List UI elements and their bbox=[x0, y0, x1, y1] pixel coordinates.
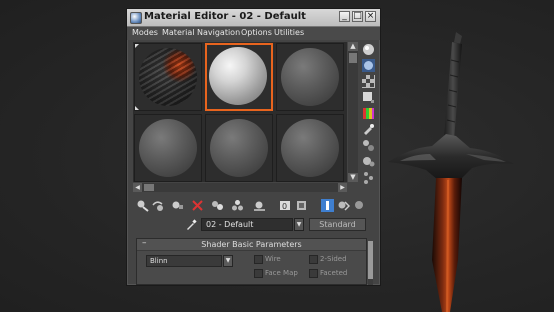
material-type-button[interactable]: Standard bbox=[309, 218, 366, 231]
sphere-preview-icon bbox=[139, 48, 197, 106]
parameters-scrollbar[interactable] bbox=[368, 241, 373, 285]
rollout-header[interactable]: – Shader Basic Parameters bbox=[137, 238, 366, 251]
sphere-preview-icon bbox=[281, 119, 339, 177]
put-to-scene-icon[interactable] bbox=[151, 199, 164, 212]
video-color-check-icon[interactable] bbox=[362, 107, 375, 120]
make-preview-icon[interactable] bbox=[362, 123, 375, 136]
menu-utilities[interactable]: Utilities bbox=[274, 28, 304, 37]
menu-bar: Modes Material Navigation Options Utilit… bbox=[127, 27, 380, 40]
shader-basic-parameters-rollout: – Shader Basic Parameters Blinn ▼ Wire 2… bbox=[136, 238, 367, 285]
make-unique-icon[interactable] bbox=[231, 199, 244, 212]
menu-modes[interactable]: Modes bbox=[132, 28, 158, 37]
sample-slot-3[interactable] bbox=[276, 43, 344, 111]
sample-slot-1[interactable] bbox=[134, 43, 202, 111]
backlight-icon[interactable] bbox=[362, 59, 375, 72]
get-material-icon[interactable] bbox=[136, 199, 149, 212]
side-toolbar bbox=[360, 42, 378, 192]
scroll-right-icon[interactable]: ▶ bbox=[338, 183, 347, 192]
scrollbar-thumb[interactable] bbox=[144, 184, 154, 191]
select-by-material-icon[interactable] bbox=[362, 155, 375, 168]
sample-slot-4[interactable] bbox=[134, 114, 202, 182]
show-end-result-icon[interactable] bbox=[321, 199, 334, 212]
material-name-row: 02 - Default ▼ Standard bbox=[127, 217, 380, 233]
options-icon[interactable] bbox=[362, 139, 375, 152]
menu-navigation[interactable]: Navigation bbox=[197, 28, 240, 37]
two-sided-label: 2-Sided bbox=[320, 255, 347, 263]
sample-slot-5[interactable] bbox=[205, 114, 273, 182]
sphere-preview-icon bbox=[210, 119, 268, 177]
slots-horizontal-scrollbar[interactable]: ◀ ▶ bbox=[133, 183, 347, 192]
reset-map-icon[interactable] bbox=[191, 199, 204, 212]
scrollbar-thumb[interactable] bbox=[368, 241, 373, 279]
window-title: Material Editor - 02 - Default bbox=[144, 11, 306, 22]
material-name-dropdown-icon[interactable]: ▼ bbox=[294, 218, 304, 231]
corner-marker bbox=[135, 106, 139, 110]
scroll-up-icon[interactable]: ▲ bbox=[348, 42, 358, 51]
go-forward-icon[interactable] bbox=[353, 199, 366, 212]
sample-slot-6[interactable] bbox=[276, 114, 344, 182]
assign-to-selection-icon[interactable] bbox=[171, 199, 184, 212]
material-editor-icon bbox=[130, 12, 142, 24]
faceted-label: Faceted bbox=[320, 269, 348, 277]
sphere-preview-icon bbox=[209, 47, 267, 105]
face-map-checkbox[interactable] bbox=[254, 269, 263, 278]
wire-checkbox[interactable] bbox=[254, 255, 263, 264]
wire-label: Wire bbox=[265, 255, 281, 263]
maximize-button[interactable]: □ bbox=[352, 11, 363, 22]
two-sided-checkbox[interactable] bbox=[309, 255, 318, 264]
sample-slots bbox=[133, 42, 347, 182]
minimize-button[interactable]: _ bbox=[339, 11, 350, 22]
face-map-label: Face Map bbox=[265, 269, 298, 277]
make-copy-icon[interactable] bbox=[211, 199, 224, 212]
corner-marker bbox=[135, 44, 139, 48]
put-to-library-icon[interactable] bbox=[253, 199, 266, 212]
rollout-title: Shader Basic Parameters bbox=[201, 240, 302, 249]
sword-model bbox=[388, 32, 514, 312]
show-shaded-map-icon[interactable] bbox=[295, 199, 308, 212]
menu-material[interactable]: Material bbox=[162, 28, 195, 37]
material-id-channel-icon[interactable]: 0 bbox=[279, 199, 292, 212]
bottom-toolbar: 0 bbox=[133, 198, 373, 214]
sphere-preview-icon bbox=[139, 119, 197, 177]
title-bar[interactable]: Material Editor - 02 - Default _ □ × bbox=[127, 9, 380, 27]
material-navigator-icon[interactable] bbox=[362, 171, 375, 184]
uv-tiling-icon[interactable] bbox=[362, 91, 375, 104]
background-icon[interactable] bbox=[362, 75, 375, 88]
menu-options[interactable]: Options bbox=[241, 28, 272, 37]
pick-material-eyedropper-icon[interactable] bbox=[185, 219, 197, 231]
slots-vertical-scrollbar[interactable]: ▲ ▼ bbox=[348, 42, 358, 182]
shader-type-field[interactable]: Blinn bbox=[146, 255, 222, 267]
go-to-parent-icon[interactable] bbox=[337, 199, 350, 212]
material-editor-window[interactable]: Material Editor - 02 - Default _ □ × Mod… bbox=[126, 8, 381, 286]
close-button[interactable]: × bbox=[365, 11, 376, 22]
sample-type-icon[interactable] bbox=[362, 43, 375, 56]
sphere-preview-icon bbox=[281, 48, 339, 106]
shader-dropdown-icon[interactable]: ▼ bbox=[223, 255, 233, 267]
sample-slot-2-selected[interactable] bbox=[205, 43, 273, 111]
scroll-down-icon[interactable]: ▼ bbox=[348, 173, 358, 182]
faceted-checkbox[interactable] bbox=[309, 269, 318, 278]
scrollbar-thumb[interactable] bbox=[349, 53, 357, 63]
svg-text:0: 0 bbox=[282, 202, 287, 211]
scroll-left-icon[interactable]: ◀ bbox=[133, 183, 142, 192]
material-name-field[interactable]: 02 - Default bbox=[201, 218, 293, 231]
